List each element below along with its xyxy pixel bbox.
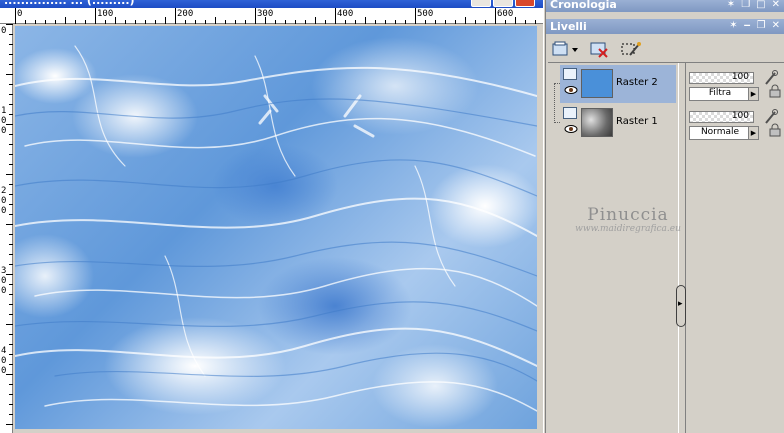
blend-mode-value: Normale — [700, 127, 740, 137]
lock-icon[interactable] — [769, 84, 781, 98]
ruler-v-label: 0 — [1, 286, 7, 296]
layers-palette: Raster 2 Raster 1 ▸ 100 Filtra ▶ 100 Nor… — [548, 62, 784, 433]
restore-icon[interactable]: ❐ — [741, 0, 750, 10]
pin-icon[interactable]: ✶ — [729, 20, 737, 31]
selection-from-layer-button[interactable] — [620, 39, 642, 59]
ruler-v-label: 0 — [1, 366, 7, 376]
splitter-arrow-icon: ▸ — [678, 299, 683, 309]
vertical-ruler: 0 1 0 0 2 0 0 3 0 0 4 0 0 — [0, 24, 13, 433]
new-layer-dropdown-button[interactable] — [550, 39, 580, 59]
document-window: ............... ... (.........) 0 100 20… — [0, 0, 543, 433]
ruler-v-label: 0 — [1, 196, 7, 206]
eye-icon[interactable] — [564, 124, 578, 134]
layer-properties: 100 Filtra ▶ 100 Normale ▶ — [686, 63, 784, 433]
document-titlebar[interactable]: ............... ... (.........) — [0, 0, 543, 8]
layer-props-raster-2: 100 Filtra ▶ — [686, 65, 784, 103]
layer-name: Raster 1 — [616, 116, 658, 127]
splitter-grip[interactable]: ▸ — [676, 285, 686, 327]
ruler-v-label: 3 — [1, 266, 7, 276]
ruler-h-label: 100 — [97, 9, 114, 19]
ruler-h-label: 0 — [17, 9, 23, 19]
lock-icon[interactable] — [769, 123, 781, 137]
delete-layer-button[interactable] — [589, 39, 611, 59]
palette-splitter[interactable] — [678, 63, 686, 433]
opacity-slider[interactable]: 100 — [689, 72, 754, 84]
livelli-panel-titlebar[interactable]: Livelli ✶ ‒ ❐ ✕ — [546, 19, 784, 34]
delete-layer-icon — [590, 42, 608, 58]
ruler-h-label: 600 — [497, 9, 514, 19]
raster-layer-icon — [563, 107, 577, 119]
blend-mode-select[interactable]: Filtra ▶ — [689, 87, 759, 101]
raster-layer-icon — [563, 68, 577, 80]
close-icon[interactable]: ✕ — [772, 0, 780, 10]
image-canvas[interactable] — [15, 26, 537, 429]
minimize-button[interactable] — [471, 0, 491, 7]
new-layer-icon — [552, 41, 578, 56]
ruler-v-label: 0 — [1, 206, 7, 216]
ruler-v-label: 0 — [1, 116, 7, 126]
canvas-texture — [15, 45, 537, 412]
selection-wand-icon — [621, 42, 641, 56]
panel-divider[interactable] — [543, 0, 546, 433]
ruler-h-label: 500 — [417, 9, 434, 19]
opacity-value: 100 — [731, 72, 749, 82]
opacity-value: 100 — [731, 111, 749, 121]
canvas-frame — [13, 24, 543, 433]
restore-icon[interactable]: ❐ — [757, 20, 766, 31]
layer-row-raster-2[interactable]: Raster 2 — [560, 65, 676, 103]
ruler-h-label: 200 — [177, 9, 194, 19]
ruler-v-label: 0 — [1, 126, 7, 136]
layer-props-raster-1: 100 Normale ▶ — [686, 104, 784, 142]
ruler-v-label: 1 — [1, 106, 7, 116]
opacity-slider[interactable]: 100 — [689, 111, 754, 123]
layers-list: Raster 2 Raster 1 — [548, 63, 678, 433]
dropdown-arrow-icon: ▶ — [748, 88, 758, 100]
eye-icon[interactable] — [564, 85, 578, 95]
layer-thumbnail — [581, 69, 613, 98]
ruler-h-label: 300 — [257, 9, 274, 19]
close-button[interactable] — [515, 0, 535, 7]
ruler-v-label: 0 — [1, 26, 7, 36]
blend-mode-value: Filtra — [708, 88, 732, 98]
ruler-v-label: 0 — [1, 276, 7, 286]
livelli-title: Livelli — [550, 20, 587, 33]
layer-thumbnail — [581, 108, 613, 137]
close-icon[interactable]: ✕ — [772, 20, 780, 31]
layers-toolbar — [546, 36, 784, 62]
ruler-v-label: 4 — [1, 346, 7, 356]
dropdown-arrow-icon: ▶ — [748, 127, 758, 139]
ruler-v-label: 0 — [1, 356, 7, 366]
horizontal-ruler: 0 100 200 300 400 500 600 — [0, 8, 543, 24]
ruler-h-label: 400 — [337, 9, 354, 19]
blend-mode-select[interactable]: Normale ▶ — [689, 126, 759, 140]
layer-row-raster-1[interactable]: Raster 1 — [560, 104, 676, 142]
maximize-button[interactable] — [493, 0, 513, 7]
ruler-v-label: 2 — [1, 186, 7, 196]
cronologia-title: Cronologia — [550, 0, 617, 11]
minimize-icon[interactable]: ‒ — [744, 20, 751, 31]
cronologia-panel-titlebar[interactable]: Cronologia ✶ ❐ □ ✕ — [546, 0, 784, 12]
layer-name: Raster 2 — [616, 77, 658, 88]
document-title: ............... ... (.........) — [4, 0, 135, 7]
maximize-icon[interactable]: □ — [756, 0, 765, 10]
pin-icon[interactable]: ✶ — [727, 0, 735, 10]
